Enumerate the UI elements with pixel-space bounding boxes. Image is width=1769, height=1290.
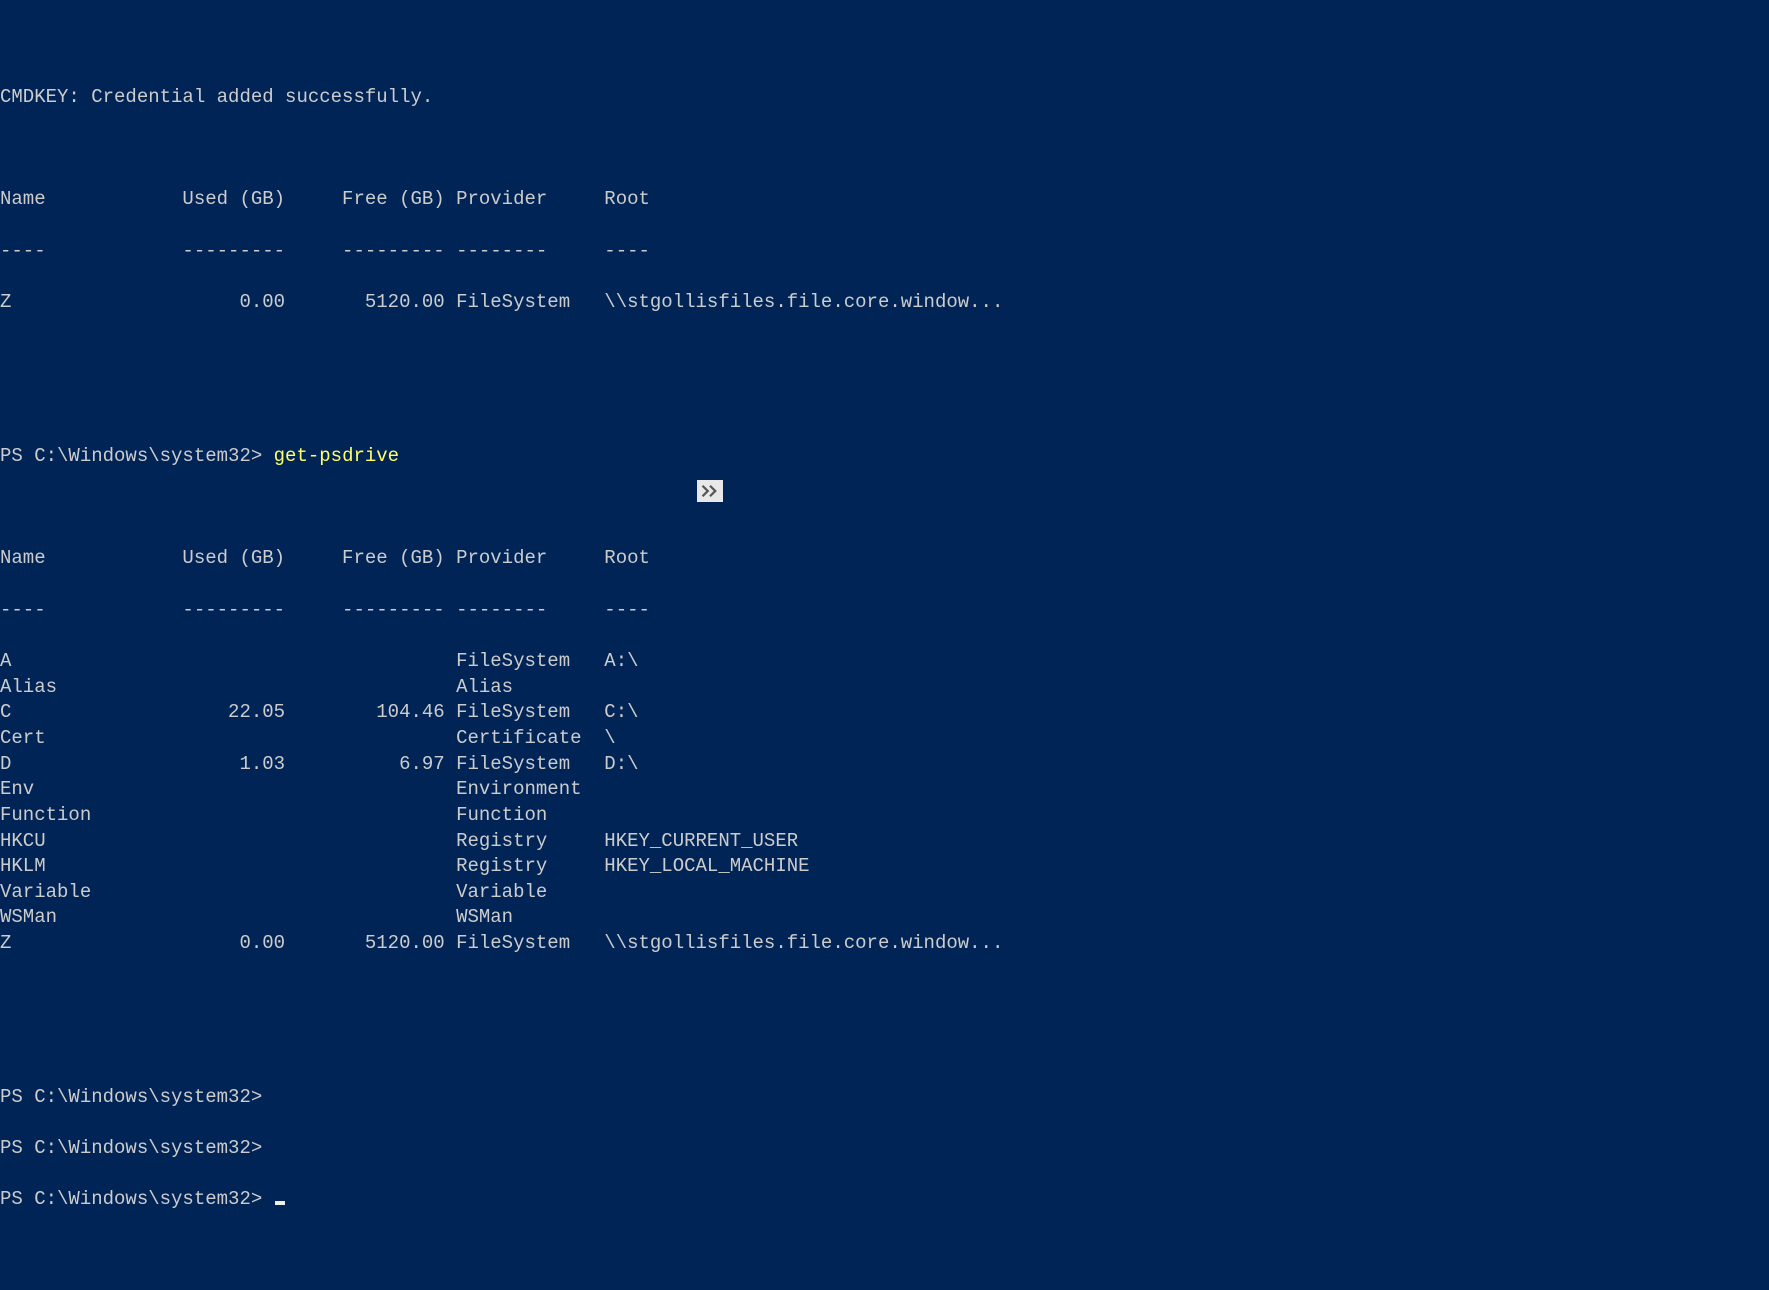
prompt-line[interactable]: PS C:\Windows\system32>	[0, 1187, 1769, 1213]
table-row: C 22.05 104.46 FileSystem C:\	[0, 700, 1769, 726]
blank-line	[0, 341, 1769, 367]
table-divider: ---- --------- --------- -------- ----	[0, 598, 1769, 624]
table-row: Cert Certificate \	[0, 726, 1769, 752]
table-row: D 1.03 6.97 FileSystem D:\	[0, 752, 1769, 778]
powershell-terminal[interactable]: CMDKEY: Credential added successfully. N…	[0, 8, 1769, 1290]
blank-line	[0, 136, 1769, 162]
table-header: Name Used (GB) Free (GB) Provider Root	[0, 187, 1769, 213]
prompt-line[interactable]: PS C:\Windows\system32> get-psdrive	[0, 444, 1769, 470]
table-divider: ---- --------- --------- -------- ----	[0, 239, 1769, 265]
table-row: HKLM Registry HKEY_LOCAL_MACHINE	[0, 854, 1769, 880]
table-row: A FileSystem A:\	[0, 649, 1769, 675]
table-row: WSMan WSMan	[0, 905, 1769, 931]
table-row: Env Environment	[0, 777, 1769, 803]
prompt-text: PS C:\Windows\system32>	[0, 445, 262, 467]
double-chevron-right-icon[interactable]	[697, 480, 723, 502]
blank-line	[0, 495, 1769, 521]
blank-line	[0, 982, 1769, 1008]
table-row: Z 0.00 5120.00 FileSystem \\stgollisfile…	[0, 931, 1769, 957]
cmdkey-message: CMDKEY: Credential added successfully.	[0, 85, 1769, 111]
blank-line	[0, 1034, 1769, 1060]
table-row: Alias Alias	[0, 675, 1769, 701]
blank-line	[0, 34, 1769, 60]
table-header: Name Used (GB) Free (GB) Provider Root	[0, 546, 1769, 572]
table-row: Z 0.00 5120.00 FileSystem \\stgollisfile…	[0, 290, 1769, 316]
prompt-line[interactable]: PS C:\Windows\system32>	[0, 1136, 1769, 1162]
prompt-line[interactable]: PS C:\Windows\system32>	[0, 1085, 1769, 1111]
table-row: Variable Variable	[0, 880, 1769, 906]
table-row: HKCU Registry HKEY_CURRENT_USER	[0, 829, 1769, 855]
cursor	[275, 1201, 285, 1205]
command-text: get-psdrive	[274, 445, 399, 467]
table-row: Function Function	[0, 803, 1769, 829]
blank-line	[0, 393, 1769, 419]
